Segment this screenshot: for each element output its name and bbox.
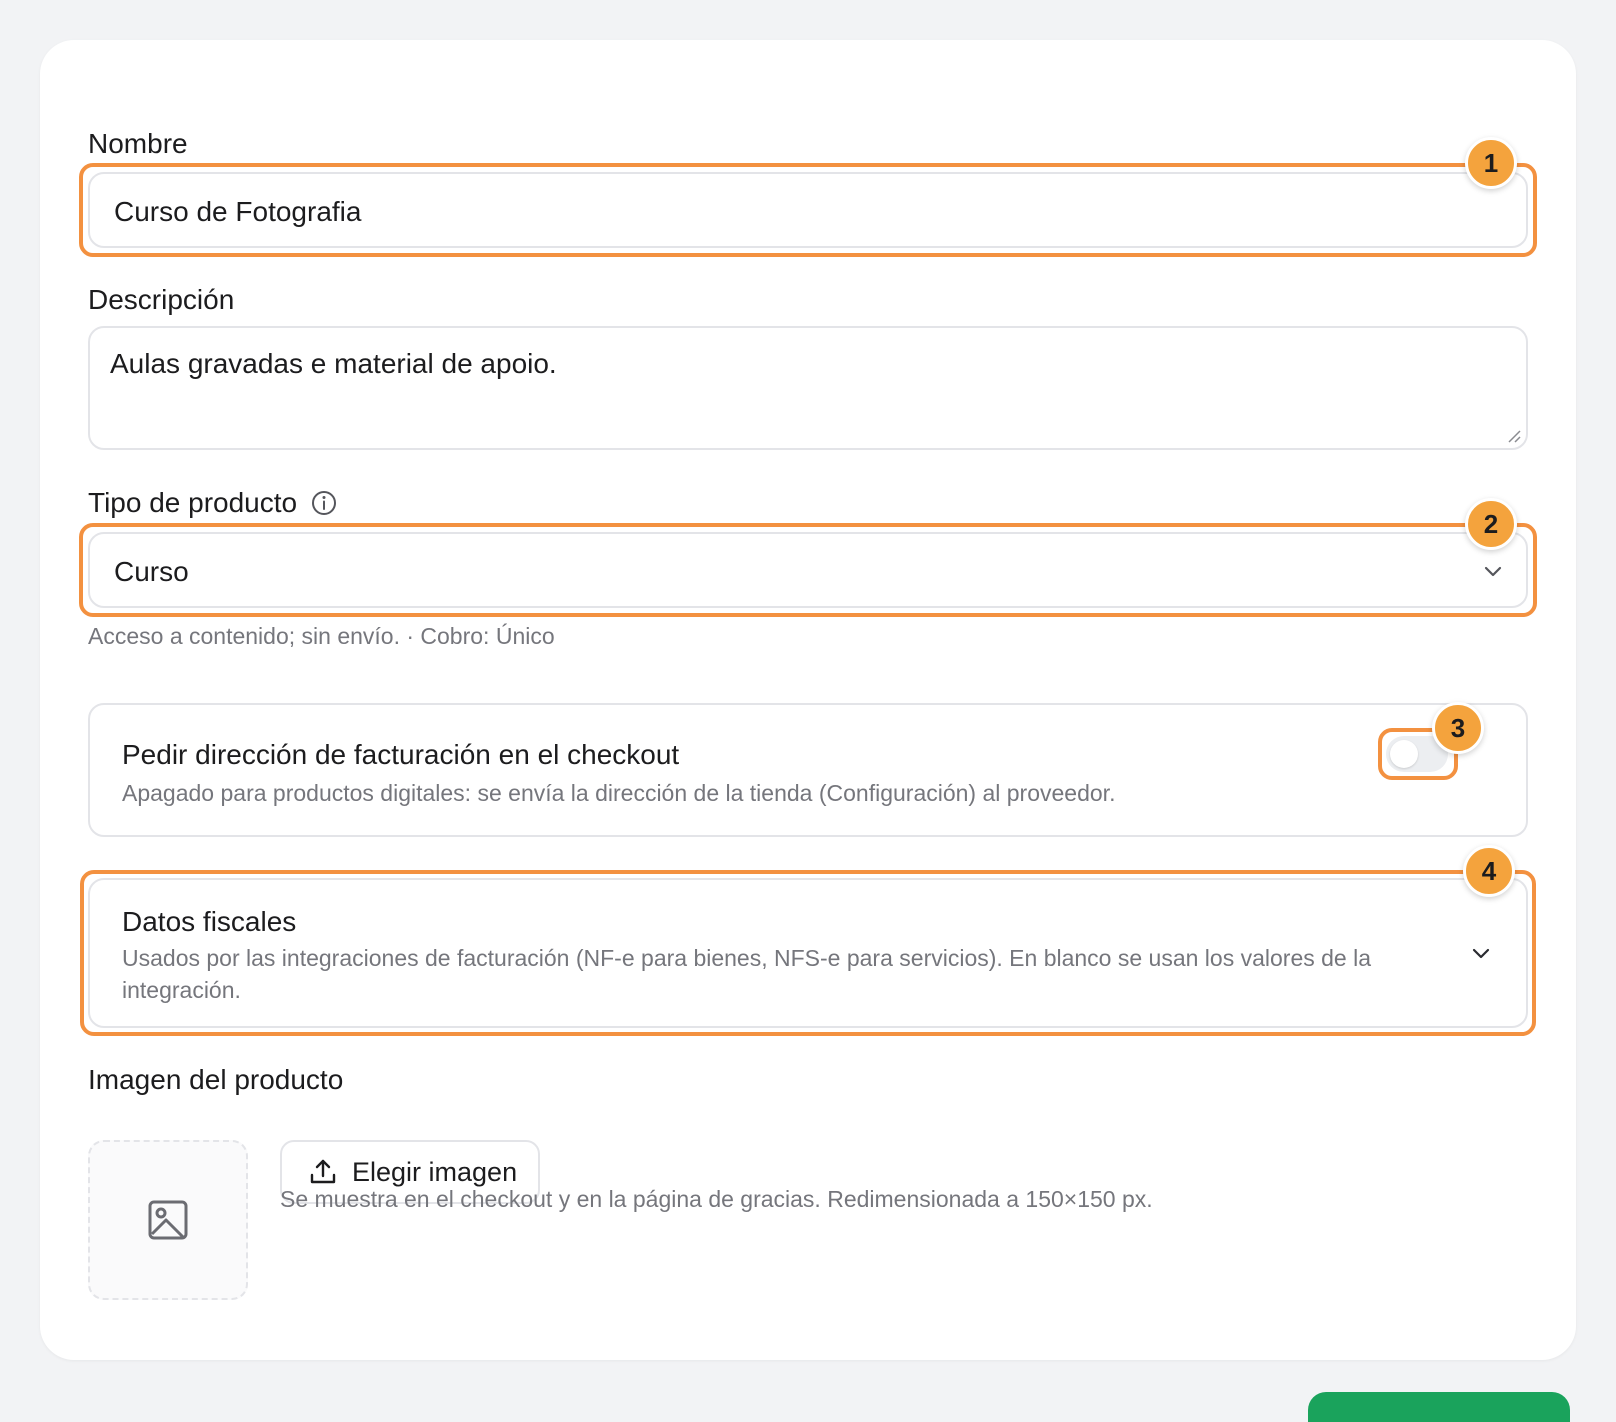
- description-textarea[interactable]: Aulas gravadas e material de apoio.: [88, 326, 1528, 450]
- image-hint: Se muestra en el checkout y en la página…: [280, 1186, 1153, 1212]
- image-preview-placeholder: [88, 1140, 248, 1300]
- tax-data-title: Datos fiscales: [122, 906, 297, 937]
- description-textarea-value: Aulas gravadas e material de apoio.: [110, 348, 557, 379]
- annotation-badge-4: 4: [1463, 845, 1515, 897]
- tax-data-description: Usados por las integraciones de facturac…: [122, 945, 1372, 1003]
- annotation-badge-2: 2: [1465, 498, 1517, 550]
- product-type-select[interactable]: Curso: [88, 532, 1528, 608]
- annotation-badge-3: 3: [1432, 702, 1484, 754]
- save-button[interactable]: [1308, 1392, 1570, 1422]
- choose-image-button-label: Elegir imagen: [352, 1156, 518, 1187]
- billing-address-description: Apagado para productos digitales: se env…: [122, 780, 1116, 806]
- chevron-down-icon[interactable]: [1470, 942, 1492, 964]
- product-type-hint: Acceso a contenido; sin envío. · Cobro: …: [88, 623, 555, 649]
- resize-handle-icon[interactable]: [1506, 428, 1522, 444]
- name-input[interactable]: Curso de Fotografia: [88, 172, 1528, 248]
- toggle-knob: [1390, 740, 1418, 768]
- product-type-select-value: Curso: [114, 556, 189, 587]
- billing-address-section: Pedir dirección de facturación en el che…: [88, 703, 1528, 837]
- product-type-label: Tipo de producto: [88, 487, 337, 519]
- name-input-value: Curso de Fotografia: [114, 196, 362, 227]
- tax-data-section[interactable]: Datos fiscales Usados por las integracio…: [88, 878, 1528, 1028]
- info-icon[interactable]: [311, 490, 337, 516]
- image-icon: [148, 1200, 188, 1240]
- name-label: Nombre: [88, 128, 188, 159]
- product-type-label-text: Tipo de producto: [88, 487, 298, 518]
- billing-address-title: Pedir dirección de facturación en el che…: [122, 739, 680, 770]
- annotation-badge-1: 1: [1465, 137, 1517, 189]
- description-label: Descripción: [88, 284, 235, 315]
- image-label: Imagen del producto: [88, 1064, 344, 1095]
- upload-icon: [310, 1159, 336, 1184]
- chevron-down-icon: [1484, 566, 1502, 577]
